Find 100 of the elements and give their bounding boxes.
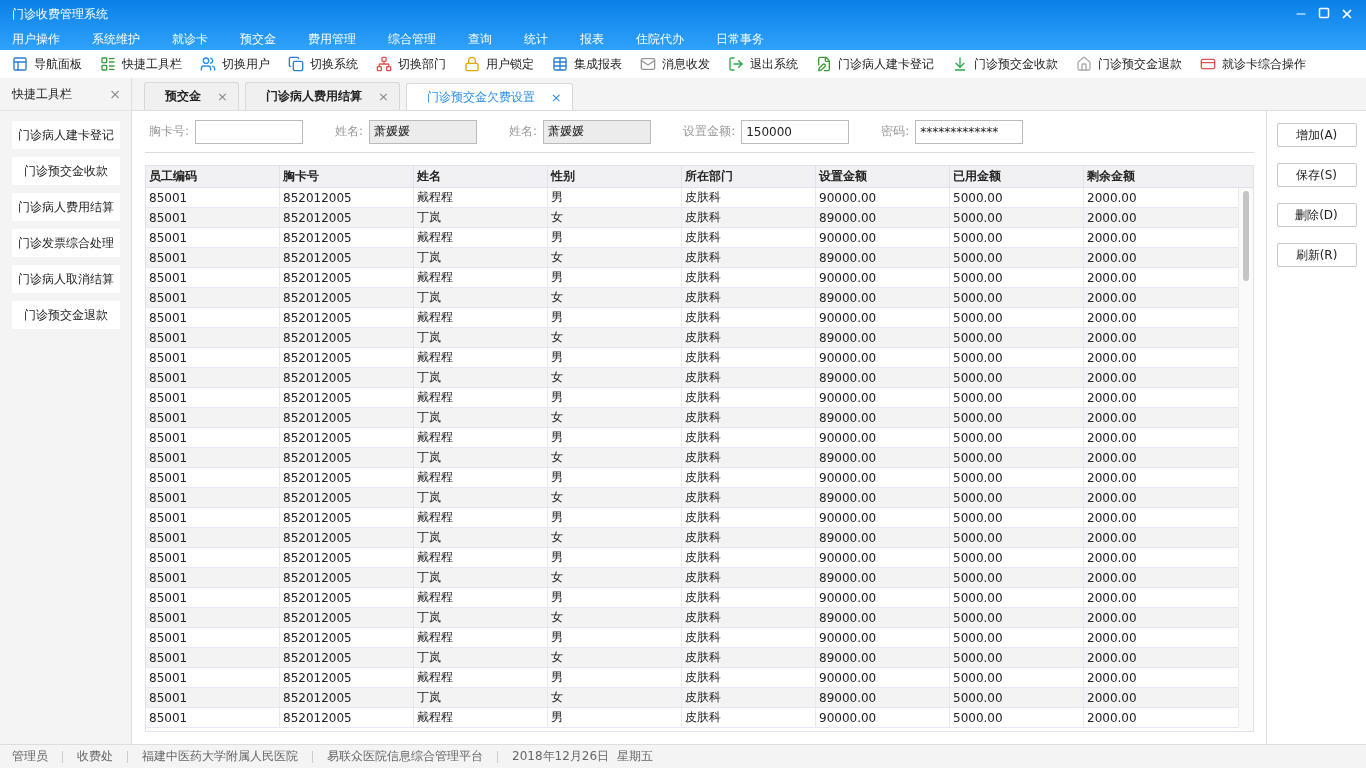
toolbar-button[interactable]: 切换用户 (200, 55, 288, 73)
table-cell: 90000.00 (816, 548, 950, 567)
column-header: 胸卡号 (280, 166, 414, 187)
close-icon[interactable] (1340, 7, 1354, 21)
table-cell: 85001 (146, 248, 280, 267)
toolbar-button[interactable]: 切换系统 (288, 55, 376, 73)
input-field[interactable]: 150000 (741, 119, 850, 144)
list-icon (100, 56, 116, 72)
input-field[interactable]: 萧媛媛 (369, 119, 478, 144)
sidebar-title: 快捷工具栏 (12, 85, 72, 103)
table-cell: 5000.00 (950, 508, 1084, 527)
action-button[interactable]: 刷新(R) (1276, 243, 1357, 267)
table-cell: 女 (548, 408, 682, 427)
column-header: 所在部门 (682, 166, 816, 187)
table-cell: 男 (548, 548, 682, 567)
table-cell: 85001 (146, 648, 280, 667)
toolbar-button[interactable]: 导航面板 (12, 55, 100, 73)
toolbar-button[interactable]: 就诊卡综合操作 (1200, 55, 1324, 73)
tab[interactable]: 预交金 × (144, 82, 239, 110)
table-cell: 戴程程 (414, 428, 548, 447)
table-cell: 85001 (146, 488, 280, 507)
hierarchy-icon (376, 56, 392, 72)
table-cell: 戴程程 (414, 628, 548, 647)
table-cell: 丁岚 (414, 208, 548, 227)
table-cell: 皮肤科 (682, 368, 816, 387)
tab[interactable]: 门诊预交金欠费设置 × (405, 83, 573, 111)
toolbar-button[interactable]: 用户锁定 (464, 55, 552, 73)
table-cell: 丁岚 (414, 408, 548, 427)
table-cell: 皮肤科 (682, 468, 816, 487)
table-cell: 女 (548, 248, 682, 267)
input-field[interactable] (195, 119, 304, 144)
table-cell: 男 (548, 308, 682, 327)
toolbar-button[interactable]: 门诊病人建卡登记 (816, 55, 952, 73)
table-cell: 皮肤科 (682, 288, 816, 307)
column-header: 设置金额 (816, 166, 950, 187)
sidebar-item[interactable]: 门诊病人取消结算 (12, 265, 120, 293)
table-cell: 85001 (146, 608, 280, 627)
action-button[interactable]: 增加(A) (1276, 123, 1357, 147)
table-cell: 5000.00 (950, 208, 1084, 227)
column-header: 姓名 (414, 166, 548, 187)
table-cell: 5000.00 (950, 468, 1084, 487)
lock-icon (464, 56, 480, 72)
sidebar-item[interactable]: 门诊病人费用结算 (12, 193, 120, 221)
table-cell: 85001 (146, 328, 280, 347)
table-cell: 皮肤科 (682, 248, 816, 267)
table-cell: 852012005 (280, 348, 414, 367)
toolbar-button[interactable]: 门诊预交金退款 (1076, 55, 1200, 73)
table-cell: 90000.00 (816, 428, 950, 447)
sidebar-item[interactable]: 门诊发票综合处理 (12, 229, 120, 257)
column-header: 员工编码 (146, 166, 280, 187)
toolbar-button[interactable]: 快捷工具栏 (100, 55, 200, 73)
input-field[interactable]: 萧媛媛 (543, 119, 652, 144)
table-cell: 90000.00 (816, 348, 950, 367)
table-cell: 皮肤科 (682, 188, 816, 207)
table-cell: 皮肤科 (682, 548, 816, 567)
table-cell: 89000.00 (816, 368, 950, 387)
toolbar-button[interactable]: 消息收发 (640, 55, 728, 73)
toolbar-button[interactable]: 切换部门 (376, 55, 464, 73)
table-cell: 5000.00 (950, 668, 1084, 687)
scrollbar[interactable] (1239, 188, 1253, 731)
table-cell: 戴程程 (414, 668, 548, 687)
toolbar-button[interactable]: 集成报表 (552, 55, 640, 73)
table-cell: 男 (548, 708, 682, 727)
table-cell: 皮肤科 (682, 308, 816, 327)
table-cell: 90000.00 (816, 628, 950, 647)
table-cell: 男 (548, 668, 682, 687)
sidebar-item[interactable]: 门诊病人建卡登记 (12, 121, 120, 149)
action-button[interactable]: 删除(D) (1276, 203, 1357, 227)
maximize-icon[interactable] (1318, 7, 1330, 19)
table-cell: 5000.00 (950, 488, 1084, 507)
toolbar-button[interactable]: 退出系统 (728, 55, 816, 73)
action-button[interactable]: 保存(S) (1276, 163, 1357, 187)
table-cell: 5000.00 (950, 388, 1084, 407)
sidebar-item[interactable]: 门诊预交金退款 (12, 301, 120, 329)
table-cell: 戴程程 (414, 508, 548, 527)
table-cell: 女 (548, 488, 682, 507)
table-cell: 5000.00 (950, 348, 1084, 367)
window-title: 门诊收费管理系统 (12, 5, 108, 23)
column-header: 剩余金额 (1086, 168, 1136, 185)
table-cell: 女 (548, 288, 682, 307)
table-cell: 皮肤科 (682, 568, 816, 587)
table-cell: 丁岚 (414, 648, 548, 667)
table-cell: 89000.00 (816, 648, 950, 667)
tab[interactable]: 门诊病人费用结算 × (244, 82, 400, 110)
table-cell: 戴程程 (414, 348, 548, 367)
table-cell: 89000.00 (816, 288, 950, 307)
toolbar-button[interactable]: 门诊预交金收款 (952, 55, 1076, 73)
table-cell: 852012005 (280, 428, 414, 447)
sidebar-item[interactable]: 门诊预交金收款 (12, 157, 120, 185)
input-field[interactable]: ************* (915, 119, 1024, 144)
status-text: 收费处 (77, 748, 113, 765)
table-cell: 85001 (146, 568, 280, 587)
table-cell: 5000.00 (950, 588, 1084, 607)
table-cell: 男 (548, 388, 682, 407)
table-cell: 852012005 (280, 188, 414, 207)
field-label: 姓名: (335, 123, 364, 140)
table-cell: 90000.00 (816, 468, 950, 487)
table-cell: 戴程程 (414, 588, 548, 607)
table-cell: 戴程程 (414, 388, 548, 407)
table-cell: 皮肤科 (682, 428, 816, 447)
